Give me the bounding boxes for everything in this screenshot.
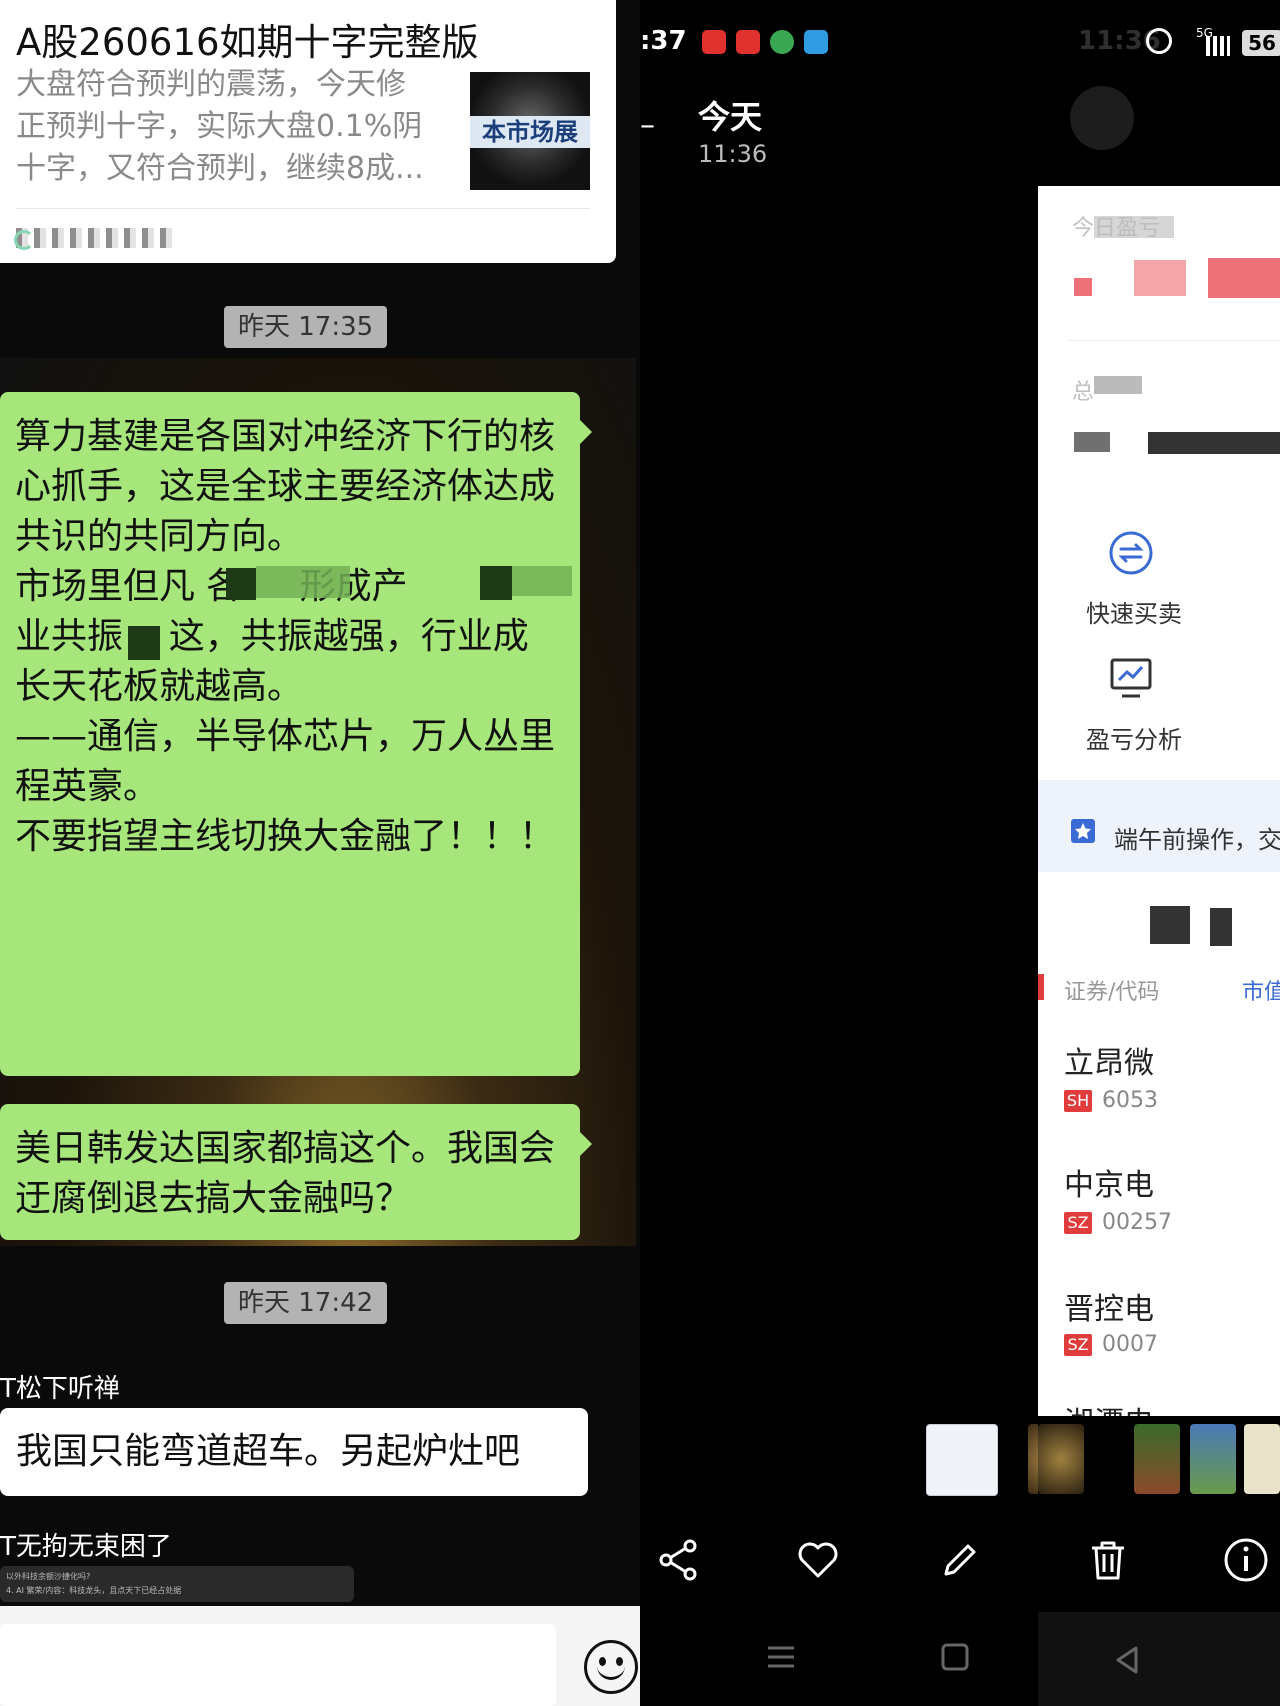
pnl-analysis-button[interactable]: 盈亏分析	[1086, 720, 1182, 755]
chat-timestamp: 昨天 17:35	[224, 306, 388, 348]
redaction-mark	[128, 626, 160, 660]
quote-line: 4. AI 繁荣/内容：科技龙头，且点天下已经占处据	[6, 1586, 182, 1595]
redaction-mark	[1210, 908, 1232, 946]
message-line: ——通信，半导体芯片，万人丛里	[15, 716, 556, 757]
home-nav-icon[interactable]	[938, 1640, 972, 1674]
thumbnail[interactable]	[1190, 1424, 1236, 1494]
thumbnail[interactable]	[1038, 1424, 1084, 1494]
section-marker	[1038, 974, 1044, 1000]
delete-icon[interactable]	[1084, 1536, 1132, 1584]
message-line: 业共振 这，共振越强，行业成	[15, 616, 529, 657]
stock-code: 00257	[1102, 1210, 1172, 1235]
message-line: 长天花板就越高。	[15, 666, 304, 707]
article-thumbnail: 本市场展	[470, 72, 590, 190]
signal-icon	[1206, 36, 1230, 56]
analysis-chart-icon	[1110, 658, 1152, 698]
emoji-icon[interactable]	[584, 1640, 638, 1694]
sender-name: T松下听禅	[0, 1374, 120, 1404]
quoted-message[interactable]: 以外科技余额沙捷化吗? 4. AI 繁荣/内容：科技龙头，且点天下已经占处据	[0, 1566, 354, 1602]
redaction-mark	[1094, 216, 1174, 238]
battery-level: 56	[1242, 30, 1280, 56]
sender-name: T无拘无束困了	[0, 1532, 172, 1562]
avatar[interactable]	[1070, 86, 1134, 150]
heart-icon[interactable]	[794, 1536, 842, 1584]
message-bubble[interactable]: 算力基建是各国对冲经济下行的核 心抓手，这是全球主要经济体达成 共识的共同方向。…	[0, 392, 592, 1076]
message-line: 心抓手，这是全球主要经济体达成	[15, 466, 556, 507]
redaction-mark	[1134, 260, 1186, 296]
alarm-icon	[1146, 28, 1172, 54]
chart-app-icon	[736, 30, 760, 54]
status-time: :37	[640, 26, 687, 56]
exchange-badge: SZ	[1064, 1212, 1092, 1234]
back-icon[interactable]: –	[640, 108, 660, 144]
info-icon[interactable]	[1222, 1536, 1270, 1584]
article-summary: 大盘符合预判的震荡，今天修正预判十字，实际大盘0.1%阴十字，又符合预判，继续8…	[16, 67, 424, 186]
notice-text: 端午前操作，交	[1114, 826, 1280, 854]
quote-line: 以外科技余额沙捷化吗?	[6, 1572, 91, 1581]
edit-icon[interactable]	[936, 1536, 984, 1584]
toutiao-app-icon	[702, 30, 726, 54]
message-line: 迂腐倒退去搞大金融吗？	[15, 1178, 412, 1219]
message-line: 程英豪。	[15, 766, 160, 807]
message-bubble[interactable]: 美日韩发达国家都搞这个。我国会 迂腐倒退去搞大金融吗？	[0, 1104, 592, 1240]
column-header-value[interactable]: 市值	[1242, 974, 1280, 1006]
swap-icon	[1109, 531, 1153, 575]
message-line: 美日韩发达国家都搞这个。我国会	[15, 1128, 556, 1169]
column-header-name[interactable]: 证券/代码	[1064, 974, 1159, 1006]
article-card[interactable]: A股260616如期十字完整版 大盘符合预判的震荡，今天修正预判十字，实际大盘0…	[0, 0, 616, 263]
stock-name[interactable]: 湘潭电	[1064, 1398, 1154, 1416]
redaction-mark	[1074, 432, 1110, 452]
divider	[1068, 340, 1280, 341]
stock-name[interactable]: 晋控电	[1064, 1284, 1154, 1328]
thumbnail[interactable]	[1134, 1424, 1180, 1494]
chat-timestamp: 昨天 17:42	[224, 1282, 388, 1324]
total-label: 总	[1072, 380, 1095, 405]
stock-name[interactable]: 中京电	[1064, 1160, 1154, 1204]
divider	[16, 208, 590, 209]
message-line: 共识的共同方向。	[15, 516, 304, 557]
message-line: 不要指望主线切换大金融了！！！	[15, 816, 556, 857]
exchange-badge: SH	[1064, 1090, 1092, 1112]
chat-pane: A股260616如期十字完整版 大盘符合预判的震荡，今天修正预判十字，实际大盘0…	[0, 0, 640, 1706]
thumbnail-current[interactable]	[926, 1424, 998, 1496]
redaction-mark	[1074, 278, 1092, 296]
exchange-badge: SZ	[1064, 1334, 1092, 1356]
stock-name[interactable]: 立昂微	[1064, 1038, 1154, 1082]
message-input[interactable]	[0, 1624, 556, 1706]
viewer-title: 今天	[698, 98, 763, 136]
refresh-app-icon	[770, 30, 794, 54]
stock-code: 0007	[1102, 1332, 1158, 1357]
redaction-mark	[256, 566, 350, 598]
viewer-time: 11:36	[698, 140, 768, 168]
redaction-mark	[1208, 258, 1280, 298]
article-source-blurred	[14, 228, 176, 250]
redaction-mark	[480, 566, 512, 600]
quick-trade-button[interactable]: 快速买卖	[1086, 594, 1182, 629]
message-line: 算力基建是各国对冲经济下行的核	[15, 416, 556, 457]
article-title: A股260616如期十字完整版	[16, 21, 479, 64]
system-nav-bar	[1038, 1612, 1280, 1706]
redaction-mark	[226, 568, 256, 600]
bookmark-star-icon	[1071, 819, 1095, 843]
back-nav-icon[interactable]	[1112, 1644, 1144, 1676]
menu-nav-icon[interactable]	[764, 1640, 798, 1674]
redaction-mark	[1148, 432, 1280, 454]
thumbnail-caption: 本市场展	[470, 116, 590, 148]
redaction-mark	[1094, 376, 1142, 394]
redaction-mark	[512, 566, 572, 596]
message-bubble[interactable]: 我国只能弯道超车。另起炉灶吧	[0, 1408, 588, 1496]
redaction-mark	[1150, 906, 1190, 944]
trading-app-pane: 11:36 5G 56 今日盈亏 总 快速买卖 盈亏分析 端午前操作，交 证券/…	[1038, 0, 1280, 1706]
thumbnail[interactable]	[1244, 1424, 1280, 1494]
mobile-app-icon	[804, 30, 828, 54]
stock-code: 6053	[1102, 1088, 1158, 1113]
image-viewer: :37 – 今天 11:36	[640, 0, 1074, 1706]
share-icon[interactable]	[654, 1536, 702, 1584]
